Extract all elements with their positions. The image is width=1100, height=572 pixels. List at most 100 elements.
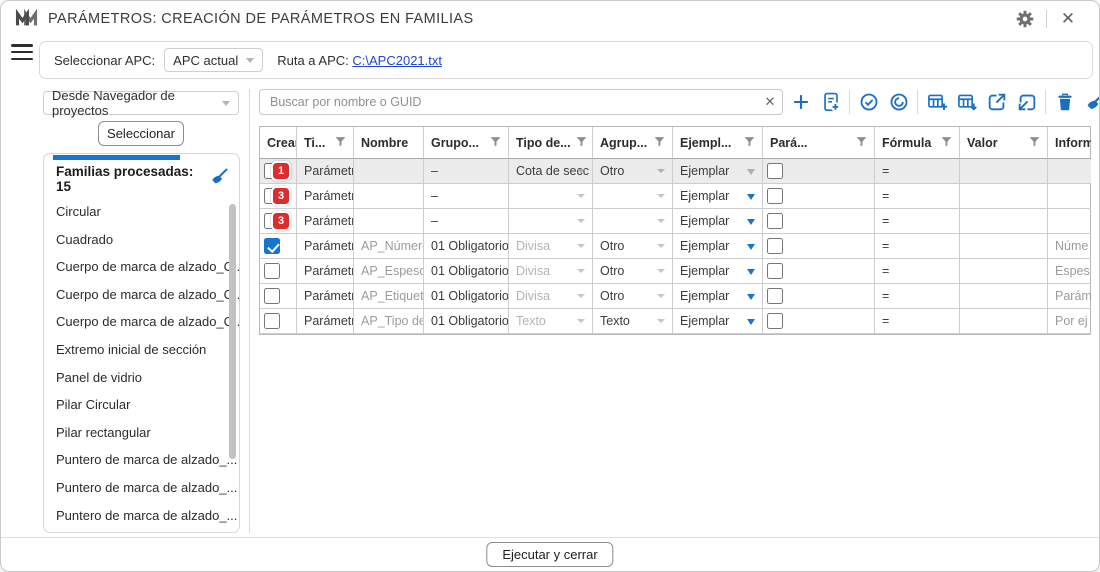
checkbox[interactable] [767,263,783,279]
family-item[interactable]: Circular [44,198,239,226]
settings-button[interactable] [1008,4,1042,34]
ejemplar-cell[interactable]: Ejemplar [673,159,763,184]
families-scrollbar[interactable] [229,204,236,459]
family-item[interactable]: Pilar rectangular [44,419,239,447]
filter-icon[interactable] [653,135,666,151]
nombre-cell [354,209,424,234]
agrup-cell[interactable]: Otro [593,259,673,284]
checkbox[interactable] [767,313,783,329]
checkbox[interactable] [767,238,783,254]
dropdown-arrow-icon [577,269,585,273]
tipo_de-cell[interactable] [509,209,593,234]
filter-icon[interactable] [575,135,588,151]
tipo_de-cell[interactable]: Divisa [509,234,593,259]
tipo_de-cell[interactable]: Texto [509,309,593,334]
family-item[interactable]: Puntero de marca de alzado_... [44,474,239,502]
filter-icon[interactable] [743,135,756,151]
family-item[interactable]: Extremo inicial de sección [44,336,239,364]
grupo-cell: – [424,184,509,209]
ejemplar-cell[interactable]: Ejemplar [673,184,763,209]
progress-bar [53,155,180,160]
apc-dropdown[interactable]: APC actual [164,48,263,72]
informa-cell: Espes [1048,259,1091,284]
ejemplar-cell[interactable]: Ejemplar [673,284,763,309]
checkbox[interactable] [264,313,280,329]
agrup-cell[interactable] [593,209,673,234]
agrup-cell[interactable]: Otro [593,234,673,259]
filter-icon[interactable] [489,135,502,151]
clear-search-icon[interactable]: ✕ [758,94,782,110]
family-item[interactable]: Panel de vidrio [44,364,239,392]
dropdown-arrow-icon [747,219,755,225]
valor-cell [960,284,1048,309]
ejemplar-cell[interactable]: Ejemplar [673,259,763,284]
dropdown-arrow-icon [577,169,585,173]
table-row: ParámetroAP_Etiqueta01 ObligatoriosDivis… [260,284,1090,309]
dropdown-arrow-icon [657,319,665,323]
agrup-cell[interactable]: Otro [593,159,673,184]
filter-icon[interactable] [334,135,347,151]
family-item[interactable]: Puntero de marca de alzado_... [44,502,239,530]
broom-icon[interactable] [209,167,229,192]
dropdown-arrow-icon [577,219,585,223]
tipo_de-cell[interactable] [509,184,593,209]
crear-cell: 1 [260,159,297,184]
agrup-cell[interactable] [593,184,673,209]
family-item[interactable]: Cuerpo de marca de alzado_C... [44,308,239,336]
filter-icon[interactable] [940,135,953,151]
checkbox[interactable] [264,238,280,254]
formula-cell: = [875,284,960,309]
ejemplar-cell[interactable]: Ejemplar [673,234,763,259]
dropdown-arrow-icon [657,269,665,273]
tipo_de-cell[interactable]: Cota de secc [509,159,593,184]
grupo-cell: 01 Obligatorios [424,309,509,334]
tipo_de-cell[interactable]: Divisa [509,259,593,284]
agrup-cell[interactable]: Otro [593,284,673,309]
ejemplar-cell[interactable]: Ejemplar [673,209,763,234]
filter-icon[interactable] [855,135,868,151]
checkbox[interactable] [767,163,783,179]
trash-icon[interactable] [1051,89,1078,116]
family-item[interactable]: Cuerpo de marca de alzado_C... [44,281,239,309]
parametro-check-cell [763,184,875,209]
broom-icon[interactable] [1081,89,1100,116]
family-item[interactable]: Cuerpo de marca de alzado_C... [44,253,239,281]
select-families-button[interactable]: Seleccionar [98,121,184,146]
checkbox[interactable] [767,188,783,204]
table-download-icon[interactable] [953,89,980,116]
close-button[interactable]: ✕ [1051,4,1085,34]
plus-icon[interactable] [787,89,814,116]
family-item[interactable]: Puntero de marca de alzado_... [44,446,239,474]
menu-icon[interactable] [11,44,33,64]
checkbox[interactable] [767,288,783,304]
import-icon[interactable] [1013,89,1040,116]
checkbox[interactable] [264,263,280,279]
export-icon[interactable] [983,89,1010,116]
dropdown-arrow-icon [747,319,755,325]
informa-cell: Por ej [1048,309,1091,334]
dropdown-arrow-icon [747,169,755,175]
checkbox[interactable] [264,288,280,304]
check-circle-icon[interactable] [855,89,882,116]
search-input[interactable] [260,95,758,109]
warning-count-badge: 3 [271,186,291,206]
family-item[interactable]: Cuadrado [44,226,239,254]
valor-cell [960,159,1048,184]
filter-icon[interactable] [1028,135,1041,151]
nombre-cell [354,159,424,184]
family-item[interactable]: Ventana doble... [44,529,239,533]
apc-file-link[interactable]: C:\APC2021.txt [352,53,442,68]
grupo-cell: 01 Obligatorios [424,234,509,259]
ejemplar-cell[interactable]: Ejemplar [673,309,763,334]
execute-close-button[interactable]: Ejecutar y cerrar [486,542,613,567]
source-dropdown[interactable]: Desde Navegador de proyectos [43,91,239,115]
column-header-crear: Crear [260,127,297,159]
agrup-cell[interactable]: Texto [593,309,673,334]
checkbox[interactable] [767,213,783,229]
apc-panel: Seleccionar APC: APC actual Ruta a APC: … [39,41,1093,79]
table-add-icon[interactable] [923,89,950,116]
tipo_de-cell[interactable]: Divisa [509,284,593,309]
family-item[interactable]: Pilar Circular [44,391,239,419]
circle-icon[interactable] [885,89,912,116]
add-document-icon[interactable] [817,89,844,116]
